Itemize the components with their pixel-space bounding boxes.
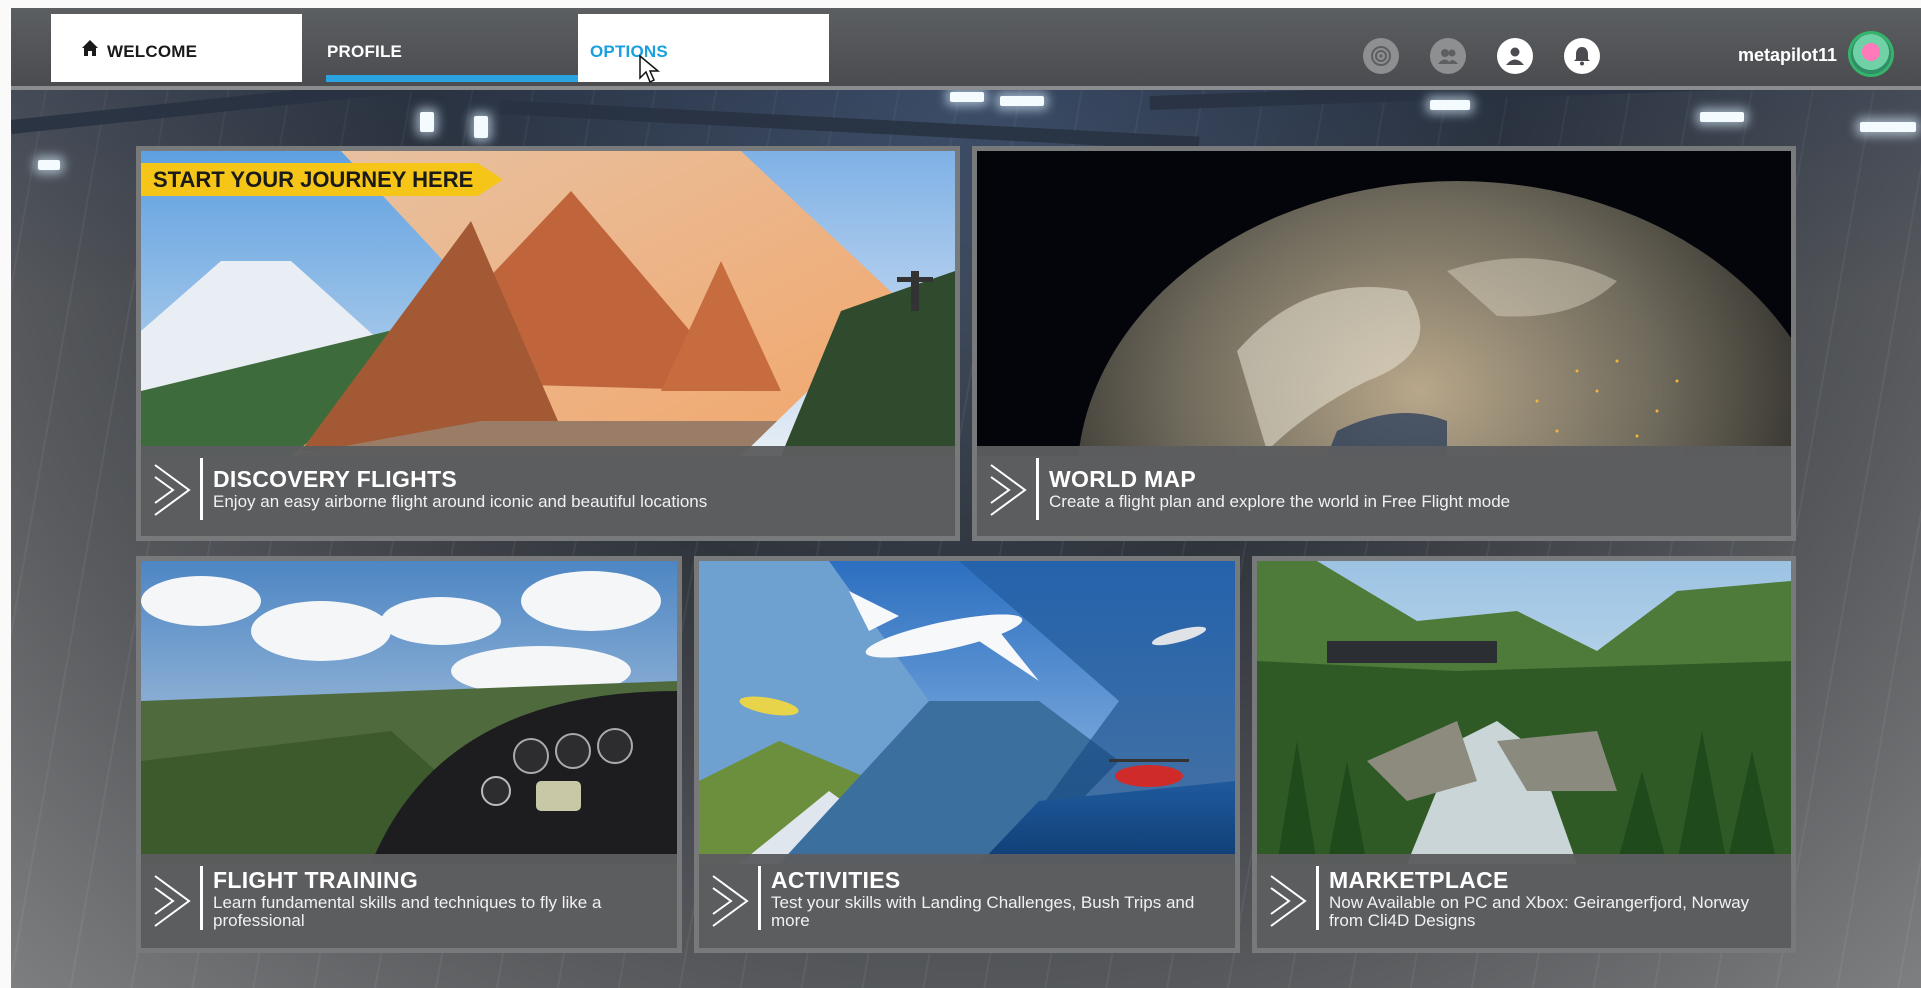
marketplace-description: Now Available on PC and Xbox: Geirangerf… bbox=[1329, 893, 1750, 930]
chevron-right-icon bbox=[154, 464, 191, 516]
chevron-right-icon bbox=[154, 875, 191, 927]
tab-welcome[interactable]: WELCOME bbox=[51, 14, 302, 82]
avatar[interactable] bbox=[1851, 34, 1891, 74]
notifications-button[interactable] bbox=[1564, 38, 1600, 74]
marketplace-caption: MARKETPLACE Now Available on PC and Xbox… bbox=[1257, 854, 1791, 948]
hangar-light bbox=[1700, 112, 1744, 122]
tab-profile[interactable]: PROFILE bbox=[315, 14, 578, 82]
activities-card[interactable]: ACTIVITIES Test your skills with Landing… bbox=[694, 556, 1240, 953]
start-journey-banner: START YOUR JOURNEY HERE bbox=[141, 163, 503, 196]
top-navigation-bar: WELCOME PROFILE OPTIONS metapilot11 bbox=[11, 8, 1921, 90]
activity-button[interactable] bbox=[1363, 38, 1399, 74]
caption-divider bbox=[1036, 458, 1039, 520]
world-map-card[interactable]: WORLD MAP Create a flight plan and explo… bbox=[972, 146, 1796, 541]
chevron-right-icon bbox=[712, 875, 749, 927]
friends-button[interactable] bbox=[1430, 38, 1466, 74]
flight-training-description: Learn fundamental skills and techniques … bbox=[213, 893, 602, 930]
window-top-edge bbox=[0, 0, 1921, 8]
activities-caption: ACTIVITIES Test your skills with Landing… bbox=[699, 854, 1235, 948]
marketplace-image bbox=[1257, 561, 1791, 864]
activity-icon bbox=[1371, 46, 1391, 66]
profile-icon bbox=[1506, 47, 1524, 65]
tab-options[interactable]: OPTIONS bbox=[578, 14, 829, 82]
activities-image bbox=[699, 561, 1235, 864]
flight-training-image bbox=[141, 561, 677, 864]
home-icon bbox=[82, 40, 98, 56]
chevron-right-icon bbox=[990, 464, 1027, 516]
mouse-cursor-icon bbox=[639, 54, 661, 84]
window-left-edge bbox=[0, 0, 11, 988]
marketplace-card[interactable]: MARKETPLACE Now Available on PC and Xbox… bbox=[1252, 556, 1796, 953]
caption-divider bbox=[758, 866, 761, 930]
world-map-description: Create a flight plan and explore the wor… bbox=[1049, 492, 1511, 511]
tab-welcome-label: WELCOME bbox=[107, 42, 198, 61]
marketplace-title: MARKETPLACE bbox=[1329, 867, 1509, 893]
caption-divider bbox=[1316, 866, 1319, 930]
hangar-light bbox=[420, 112, 434, 132]
discovery-flights-description: Enjoy an easy airborne flight around ico… bbox=[213, 492, 708, 511]
hangar-light bbox=[1860, 122, 1916, 132]
profile-button[interactable] bbox=[1497, 38, 1533, 74]
selected-tab-indicator bbox=[326, 75, 578, 82]
tab-profile-label: PROFILE bbox=[327, 42, 403, 61]
caption-divider bbox=[200, 458, 203, 520]
caption-divider bbox=[200, 866, 203, 930]
hangar-light bbox=[38, 160, 60, 170]
hangar-light bbox=[1430, 100, 1470, 110]
hangar-light bbox=[474, 116, 488, 138]
flight-training-card[interactable]: FLIGHT TRAINING Learn fundamental skills… bbox=[136, 556, 682, 953]
activities-title: ACTIVITIES bbox=[771, 867, 901, 893]
discovery-flights-title: DISCOVERY FLIGHTS bbox=[213, 466, 458, 492]
discovery-flights-caption: DISCOVERY FLIGHTS Enjoy an easy airborne… bbox=[141, 446, 955, 536]
world-map-caption: WORLD MAP Create a flight plan and explo… bbox=[977, 446, 1791, 536]
chevron-right-icon bbox=[1270, 875, 1307, 927]
hangar-light bbox=[1000, 96, 1044, 106]
activities-description: Test your skills with Landing Challenges… bbox=[771, 893, 1195, 930]
hangar-light bbox=[950, 92, 984, 102]
hangar-beam bbox=[499, 100, 1200, 151]
world-map-image bbox=[977, 151, 1791, 456]
flight-training-caption: FLIGHT TRAINING Learn fundamental skills… bbox=[141, 854, 677, 948]
notification-bell-icon bbox=[1574, 47, 1590, 66]
discovery-flights-image bbox=[141, 151, 955, 456]
friends-icon bbox=[1438, 49, 1458, 64]
discovery-flights-card[interactable]: START YOUR JOURNEY HERE DISCOVERY FLIGHT… bbox=[136, 146, 960, 541]
flight-training-title: FLIGHT TRAINING bbox=[213, 867, 419, 893]
world-map-title: WORLD MAP bbox=[1049, 466, 1197, 492]
username[interactable]: metapilot11 bbox=[1711, 45, 1837, 66]
